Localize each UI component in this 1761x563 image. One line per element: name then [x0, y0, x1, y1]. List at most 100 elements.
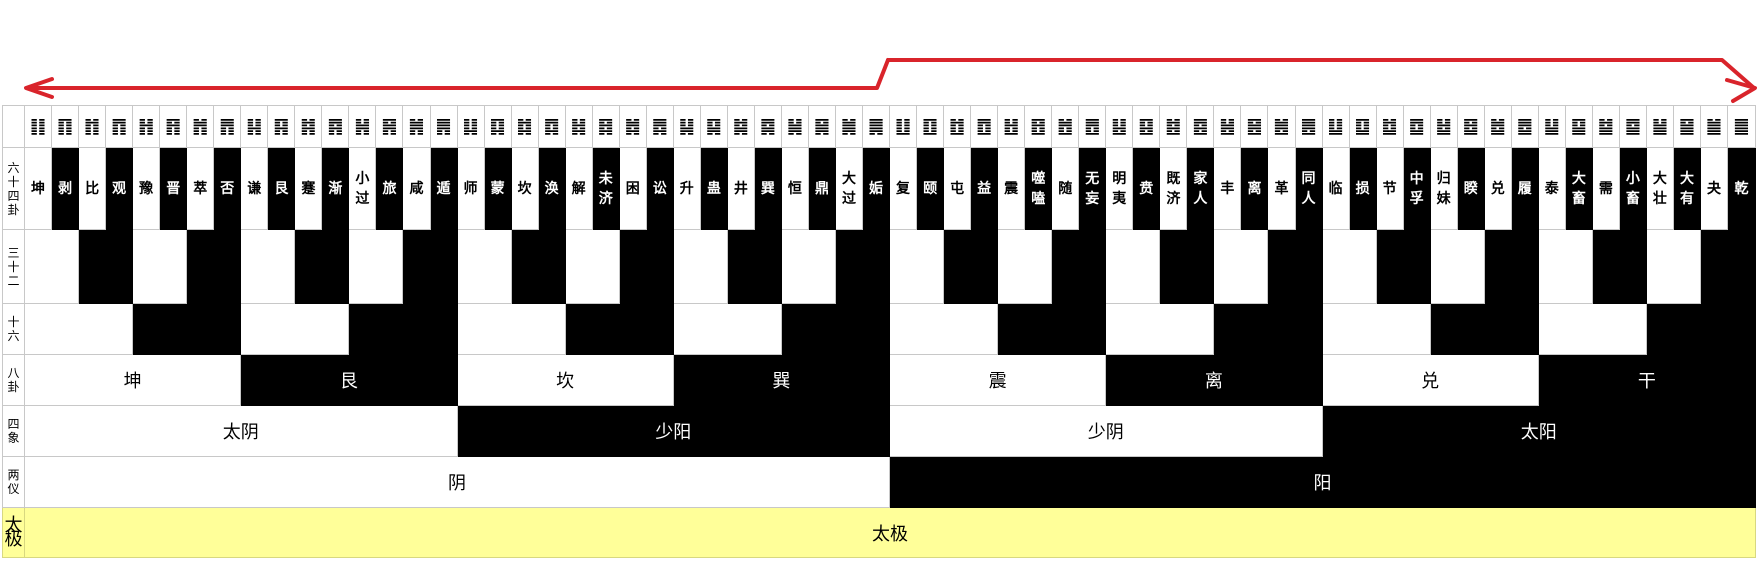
hexagram-name: 鼎 [807, 147, 836, 230]
hexagram-symbol: ䷐ [1051, 105, 1080, 148]
hexagram-symbol: ䷽ [348, 105, 377, 148]
hexagram-symbol: ䷆ [456, 105, 485, 148]
hexagram-symbol: ䷹ [1483, 105, 1512, 148]
hexagram-symbol: ䷂ [943, 105, 972, 148]
thirty-two-cell [1591, 229, 1647, 304]
hexagram-symbol: ䷪ [1699, 105, 1729, 148]
corner-cell [1, 105, 26, 148]
four-image-cell: 少阴 [889, 405, 1323, 457]
hexagram-name: 姤 [861, 147, 891, 230]
hexagram-symbol: ䷁ [24, 105, 53, 148]
hexagram-name: 随 [1051, 147, 1080, 230]
sixteen-cell [1213, 303, 1323, 355]
four-image-cell: 太阴 [24, 405, 458, 457]
sixteen-cell [1429, 303, 1539, 355]
row-label-hexagrams: 六十四卦 [1, 147, 26, 230]
hexagram-name: 大畜 [1564, 147, 1593, 230]
direction-arrows [24, 58, 1757, 103]
hexagram-name: 蹇 [294, 147, 323, 230]
thirty-two-cell [24, 229, 80, 304]
sixteen-cell [240, 303, 350, 355]
trigram-cell: 艮 [240, 354, 458, 406]
hexagram-name: 明夷 [1105, 147, 1134, 230]
left-arrow [26, 58, 890, 90]
hexagram-name: 大过 [834, 147, 864, 230]
two-mode-cell: 阴 [24, 456, 891, 508]
hexagram-name: 无妄 [1078, 147, 1107, 230]
hexagram-symbol: ䷇ [78, 105, 107, 148]
hexagram-name: 巽 [753, 147, 782, 230]
four-image-cell: 少阳 [456, 405, 891, 457]
row-label-taiji: 太极 [1, 507, 26, 558]
trigram-cell: 离 [1105, 354, 1323, 406]
sixteen-cell [1105, 303, 1215, 355]
thirty-two-cell [294, 229, 350, 304]
hexagram-symbol: ䷑ [699, 105, 728, 148]
thirty-two-cell [402, 229, 458, 304]
hexagram-name: 既济 [1159, 147, 1188, 230]
hexagram-symbol: ䷻ [1375, 105, 1404, 148]
thirty-two-cell [726, 229, 782, 304]
thirty-two-cell [1321, 229, 1377, 304]
hexagram-name: 噬嗑 [1024, 147, 1053, 230]
hexagram-symbol: ䷓ [105, 105, 134, 148]
hexagram-name: 萃 [186, 147, 215, 230]
hexagram-symbol: ䷖ [51, 105, 80, 148]
thirty-two-cell [348, 229, 404, 304]
hexagram-symbol: ䷸ [753, 105, 782, 148]
thirty-two-cell [132, 229, 188, 304]
hexagram-name: 蛊 [699, 147, 728, 230]
hexagram-symbol: ䷶ [1213, 105, 1242, 148]
hexagram-symbol: ䷎ [240, 105, 269, 148]
thirty-two-cell [1213, 229, 1269, 304]
hexagram-symbol: ䷝ [1240, 105, 1269, 148]
hexagram-name: 比 [78, 147, 107, 230]
hexagram-symbol: ䷥ [1456, 105, 1485, 148]
hexagram-symbol: ䷲ [997, 105, 1026, 148]
sixteen-cell [1645, 303, 1757, 355]
hexagram-name: 旅 [375, 147, 404, 230]
thirty-two-cell [618, 229, 674, 304]
right-arrow [886, 58, 1756, 90]
hexagram-name: 屯 [943, 147, 972, 230]
hexagram-symbol: ䷭ [672, 105, 701, 148]
hexagram-symbol: ䷤ [1186, 105, 1215, 148]
thirty-two-cell [943, 229, 999, 304]
thirty-two-cell [564, 229, 620, 304]
hexagram-name: 革 [1267, 147, 1296, 230]
thirty-two-cell [889, 229, 945, 304]
hexagram-name: 复 [889, 147, 918, 230]
sixteen-cell [456, 303, 566, 355]
hexagram-symbol: ䷵ [1429, 105, 1458, 148]
hexagram-name: 晋 [159, 147, 188, 230]
sixteen-cell [1321, 303, 1431, 355]
hexagram-name: 睽 [1456, 147, 1485, 230]
hexagram-name: 渐 [321, 147, 350, 230]
hexagram-symbol: ䷱ [807, 105, 836, 148]
hexagram-symbol: ䷅ [645, 105, 674, 148]
hexagram-name: 夬 [1699, 147, 1729, 230]
hexagram-name: 中孚 [1402, 147, 1431, 230]
hexagram-symbol: ䷢ [159, 105, 188, 148]
hexagram-symbol: ䷯ [726, 105, 755, 148]
hexagram-name: 节 [1375, 147, 1404, 230]
thirty-two-cell [1375, 229, 1431, 304]
trigram-cell: 兑 [1321, 354, 1539, 406]
hexagram-symbol: ䷿ [591, 105, 620, 148]
hexagram-name: 未济 [591, 147, 620, 230]
hexagram-symbol: ䷮ [618, 105, 647, 148]
hexagram-name: 离 [1240, 147, 1269, 230]
thirty-two-cell [78, 229, 134, 304]
thirty-two-cell [1537, 229, 1593, 304]
hexagram-name: 临 [1321, 147, 1350, 230]
hexagram-symbol: ䷈ [1618, 105, 1647, 148]
hexagram-name: 讼 [645, 147, 674, 230]
hexagram-name: 坤 [24, 147, 53, 230]
hexagram-name: 家人 [1186, 147, 1215, 230]
hexagram-symbol: ䷦ [294, 105, 323, 148]
hexagram-symbol: ䷒ [1321, 105, 1350, 148]
hexagram-symbol: ䷋ [213, 105, 242, 148]
hexagram-symbol: ䷳ [267, 105, 296, 148]
hexagram-symbol: ䷚ [916, 105, 945, 148]
hexagram-symbol: ䷏ [132, 105, 161, 148]
